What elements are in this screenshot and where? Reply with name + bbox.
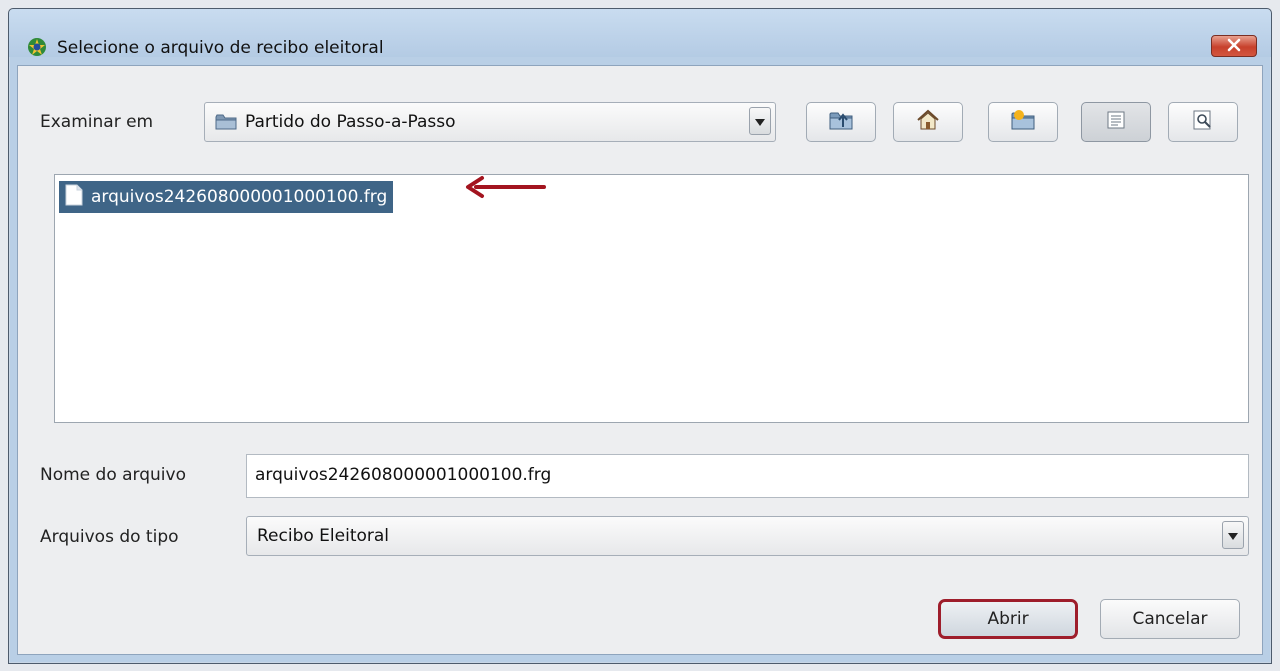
dialog-content: Examinar em Partido do Passo-a-Passo arq… [17,65,1263,655]
up-folder-button[interactable] [806,102,876,142]
title-bar[interactable]: Selecione o arquivo de recibo eleitoral [9,9,1271,58]
filename-field[interactable] [246,454,1249,498]
new-folder-button[interactable] [988,102,1058,142]
cancel-button[interactable]: Cancelar [1100,599,1240,639]
annotation-arrow-icon [460,175,550,199]
file-list[interactable]: arquivos242608000001000100.frg [54,174,1249,423]
list-view-icon [1106,110,1126,134]
new-folder-icon [1010,108,1036,136]
details-view-icon [1192,109,1214,135]
filetype-value: Recibo Eleitoral [257,526,390,546]
home-button[interactable] [893,102,963,142]
look-in-combo[interactable]: Partido do Passo-a-Passo [204,102,776,142]
filetype-label: Arquivos do tipo [40,527,179,547]
file-chooser-dialog: Selecione o arquivo de recibo eleitoral … [8,8,1272,664]
look-in-label: Examinar em [40,112,154,132]
look-in-value: Partido do Passo-a-Passo [245,112,456,132]
look-in-dropdown-button[interactable] [749,107,771,135]
details-view-button[interactable] [1168,102,1238,142]
close-icon [1226,37,1242,56]
open-button[interactable]: Abrir [938,599,1078,639]
home-icon [915,108,941,136]
filename-label: Nome do arquivo [40,465,186,485]
file-name: arquivos242608000001000100.frg [91,187,388,207]
list-view-button[interactable] [1081,102,1151,142]
file-list-item[interactable]: arquivos242608000001000100.frg [59,181,394,213]
chevron-down-icon [1228,526,1238,545]
brazil-emblem-icon [27,37,47,57]
file-icon [65,184,83,210]
close-button[interactable] [1211,35,1257,57]
window-title: Selecione o arquivo de recibo eleitoral [57,38,384,58]
filetype-dropdown-button[interactable] [1222,521,1244,549]
filetype-combo[interactable]: Recibo Eleitoral [246,516,1249,556]
filename-input[interactable] [255,463,1215,487]
chevron-down-icon [755,112,765,131]
up-folder-icon [828,108,854,136]
folder-icon [215,113,237,135]
